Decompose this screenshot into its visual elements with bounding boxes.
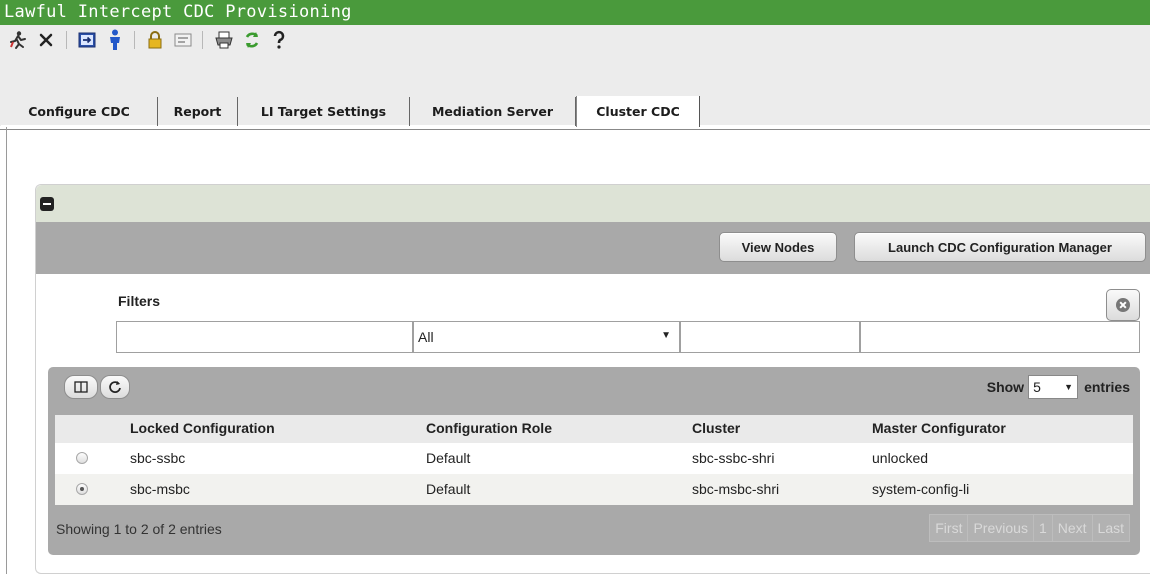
cell-cluster: sbc-msbc-shri: [692, 481, 780, 497]
app-title: Lawful Intercept CDC Provisioning: [4, 2, 352, 22]
exit-icon[interactable]: [6, 28, 30, 52]
column-header-cluster[interactable]: Cluster: [692, 420, 740, 436]
pagination-first[interactable]: First: [930, 515, 969, 541]
cell-configuration-role: Default: [426, 481, 471, 497]
cell-configuration-role: Default: [426, 450, 471, 466]
show-label: Show: [986, 379, 1025, 395]
toolbar-separator: [66, 31, 67, 49]
table-header: Locked Configuration Configuration Role …: [55, 415, 1133, 443]
chevron-down-icon: ▼: [1064, 382, 1074, 392]
refresh-icon[interactable]: [240, 28, 264, 52]
reload-table-button[interactable]: [100, 375, 130, 399]
import-icon[interactable]: [75, 28, 99, 52]
view-nodes-button[interactable]: View Nodes: [719, 232, 837, 262]
cell-master-configurator: unlocked: [872, 450, 929, 466]
tab-baseline: [0, 129, 1150, 130]
table-row[interactable]: sbc-msbc Default sbc-msbc-shri system-co…: [55, 474, 1133, 505]
locked-configuration-filter-input[interactable]: [116, 321, 413, 353]
row-select-radio[interactable]: [76, 483, 88, 495]
tab-mediation-server[interactable]: Mediation Server: [410, 97, 576, 126]
row-select-radio[interactable]: [76, 452, 88, 464]
cluster-cdc-panel: View Nodes Launch CDC Configuration Mana…: [35, 184, 1150, 574]
column-header-master-configurator[interactable]: Master Configurator: [872, 420, 1006, 436]
configuration-role-filter-value: All: [418, 329, 434, 345]
close-icon[interactable]: [34, 28, 58, 52]
cell-master-configurator: system-config-li: [872, 481, 970, 497]
filters-label: Filters: [118, 293, 161, 309]
clear-icon: [1116, 298, 1130, 312]
pagination-previous[interactable]: Previous: [968, 515, 1034, 541]
pagination-next[interactable]: Next: [1053, 515, 1093, 541]
cell-cluster: sbc-ssbc-shri: [692, 450, 775, 466]
content-left-border: [6, 127, 7, 574]
table-container: Show 5 ▼ entries Locked Configuration Co…: [48, 367, 1140, 555]
lock-icon[interactable]: [143, 28, 167, 52]
pagination-last[interactable]: Last: [1093, 515, 1129, 541]
toolbar: [0, 25, 1150, 55]
launch-cdc-configuration-manager-button[interactable]: Launch CDC Configuration Manager: [854, 232, 1146, 262]
configuration-role-filter-select[interactable]: All ▼: [413, 321, 680, 353]
pagination-page[interactable]: 1: [1034, 515, 1053, 541]
page-size-value: 5: [1033, 379, 1041, 395]
clear-filters-button[interactable]: [1106, 289, 1140, 321]
column-header-locked-configuration[interactable]: Locked Configuration: [130, 420, 275, 436]
columns-icon: [74, 381, 88, 393]
cluster-filter-input[interactable]: [680, 321, 860, 353]
pagination: First Previous 1 Next Last: [929, 514, 1130, 542]
toolbar-separator: [202, 31, 203, 49]
tab-report[interactable]: Report: [158, 97, 238, 126]
form-icon[interactable]: [171, 28, 195, 52]
tab-li-target-settings[interactable]: LI Target Settings: [238, 97, 410, 126]
page-size-select[interactable]: 5 ▼: [1028, 375, 1079, 399]
entries-label: entries: [1084, 379, 1130, 395]
cell-locked-configuration: sbc-ssbc: [130, 450, 186, 466]
chevron-down-icon: ▼: [661, 330, 671, 341]
title-bar: Lawful Intercept CDC Provisioning: [0, 0, 1150, 25]
print-icon[interactable]: [212, 28, 236, 52]
column-header-configuration-role[interactable]: Configuration Role: [426, 420, 552, 436]
cell-locked-configuration: sbc-msbc: [130, 481, 190, 497]
master-configurator-filter-input[interactable]: [860, 321, 1140, 353]
action-bar: View Nodes Launch CDC Configuration Mana…: [36, 222, 1150, 274]
reload-icon: [109, 381, 121, 393]
panel-header: [36, 185, 1150, 222]
toolbar-separator: [134, 31, 135, 49]
table-info: Showing 1 to 2 of 2 entries: [56, 521, 222, 537]
column-visibility-button[interactable]: [64, 375, 98, 399]
tab-cluster-cdc[interactable]: Cluster CDC: [576, 96, 700, 127]
collapse-icon[interactable]: [40, 197, 54, 211]
page-size-control: Show 5 ▼ entries: [987, 375, 1130, 399]
user-icon[interactable]: [103, 28, 127, 52]
help-icon[interactable]: [267, 28, 291, 52]
table-row[interactable]: sbc-ssbc Default sbc-ssbc-shri unlocked: [55, 443, 1133, 474]
tab-configure-cdc[interactable]: Configure CDC: [0, 97, 158, 126]
